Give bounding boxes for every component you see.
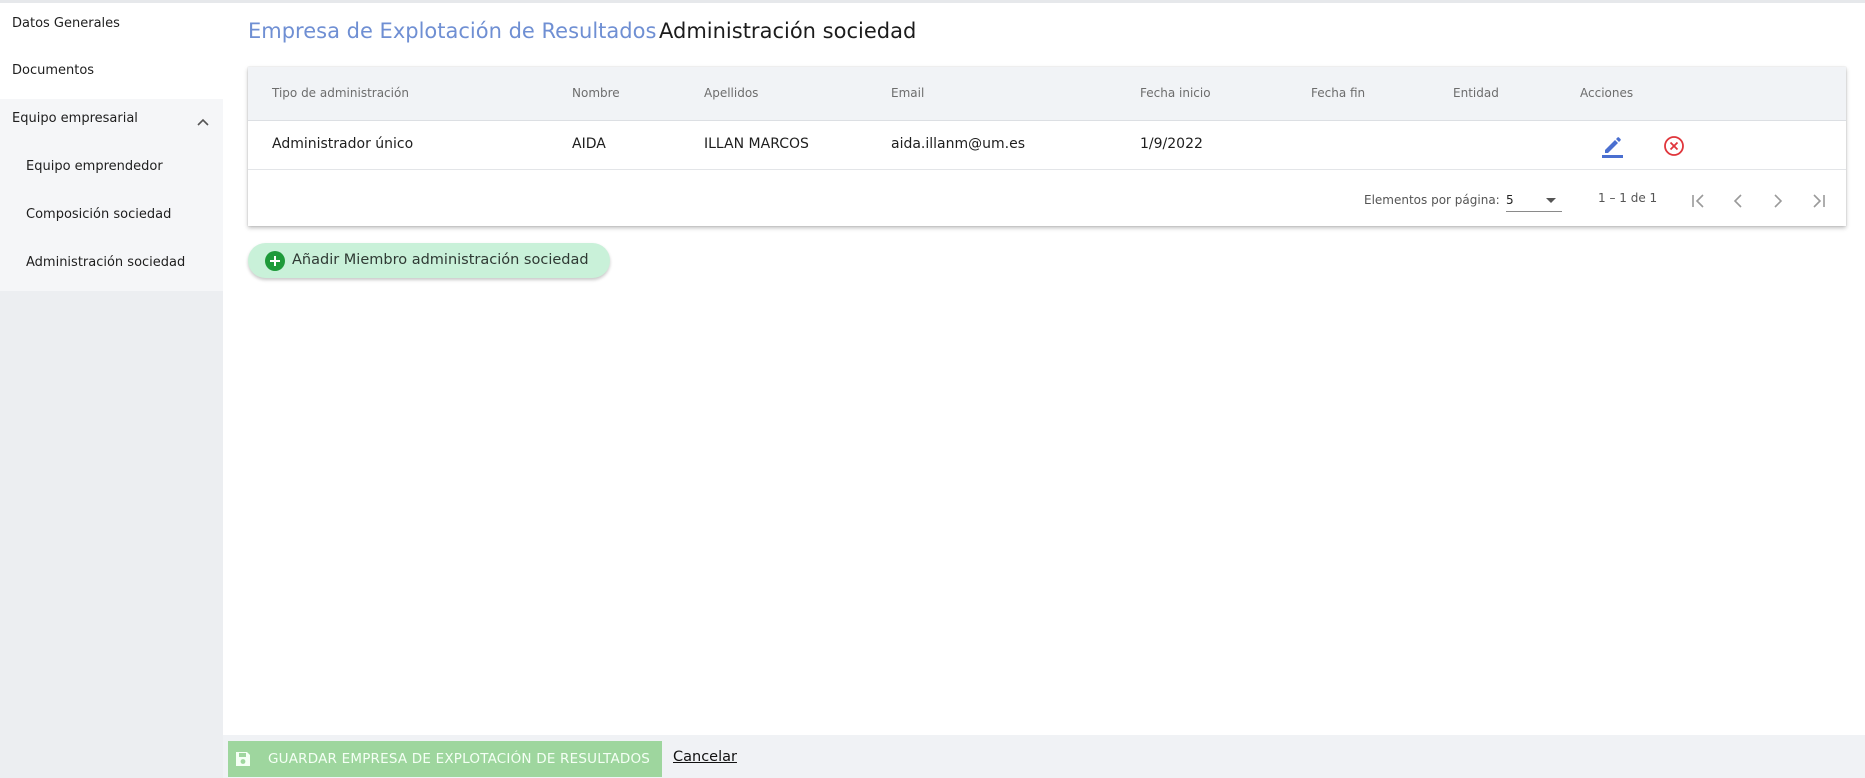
cell-tipo: Administrador único [272,136,414,152]
column-header-nombre[interactable]: Nombre [572,86,620,100]
cell-email: aida.illanm@um.es [891,136,1026,152]
sidebar-item-equipo-empresarial[interactable]: Equipo empresarial [12,111,138,126]
section-title: Administración sociedad [659,19,917,43]
table-header: Tipo de administración Nombre Apellidos … [248,67,1846,121]
dropdown-arrow-icon [1546,198,1556,203]
column-header-entidad[interactable]: Entidad [1453,86,1499,100]
first-page-icon[interactable] [1684,186,1714,216]
sidebar-item-documentos[interactable]: Documentos [12,63,94,78]
add-member-label: Añadir Miembro administración sociedad [292,252,589,268]
column-header-apellidos[interactable]: Apellidos [704,86,758,100]
save-button[interactable]: GUARDAR EMPRESA DE EXPLOTACIÓN DE RESULT… [228,741,662,777]
cell-nombre: AIDA [572,136,606,152]
items-per-page-select[interactable]: 5 [1506,189,1562,212]
cell-fecha-inicio: 1/9/2022 [1140,136,1203,152]
sidebar: Datos Generales Documentos Equipo empres… [0,3,223,778]
page-range-label: 1 – 1 de 1 [1598,191,1658,205]
add-member-button[interactable]: Añadir Miembro administración sociedad [248,243,610,278]
cancel-link[interactable]: Cancelar [673,749,737,765]
column-header-fecha-inicio[interactable]: Fecha inicio [1140,86,1211,100]
column-header-acciones: Acciones [1580,86,1634,100]
administration-table-card: Tipo de administración Nombre Apellidos … [248,67,1846,226]
delete-icon[interactable] [1663,135,1685,157]
table-row: Administrador único AIDA ILLAN MARCOS ai… [248,121,1846,170]
sidebar-group-equipo-empresarial: Equipo empresarial Equipo emprendedor Co… [0,99,223,291]
items-per-page-value: 5 [1506,193,1514,207]
save-icon [236,752,250,766]
add-icon [265,251,285,271]
next-page-icon[interactable] [1763,186,1793,216]
column-header-fecha-fin[interactable]: Fecha fin [1311,86,1365,100]
column-header-email[interactable]: Email [891,86,924,100]
top-border [0,0,1865,3]
cell-apellidos: ILLAN MARCOS [704,136,809,152]
page-title: Empresa de Explotación de Resultados [248,19,657,43]
edit-icon[interactable] [1599,133,1625,159]
sidebar-menu: Datos Generales Documentos Equipo empres… [0,3,223,291]
last-page-icon[interactable] [1803,186,1833,216]
chevron-up-icon[interactable] [196,117,210,127]
save-label: GUARDAR EMPRESA DE EXPLOTACIÓN DE RESULT… [268,751,651,767]
sidebar-item-equipo-emprendedor[interactable]: Equipo emprendedor [26,159,163,174]
prev-page-icon[interactable] [1723,186,1753,216]
items-per-page-label: Elementos por página: [1364,193,1500,207]
sidebar-item-datos-generales[interactable]: Datos Generales [12,16,120,31]
sidebar-item-administracion-sociedad[interactable]: Administración sociedad [26,255,185,270]
sidebar-item-composicion-sociedad[interactable]: Composición sociedad [26,207,171,222]
column-header-tipo[interactable]: Tipo de administración [272,86,409,100]
